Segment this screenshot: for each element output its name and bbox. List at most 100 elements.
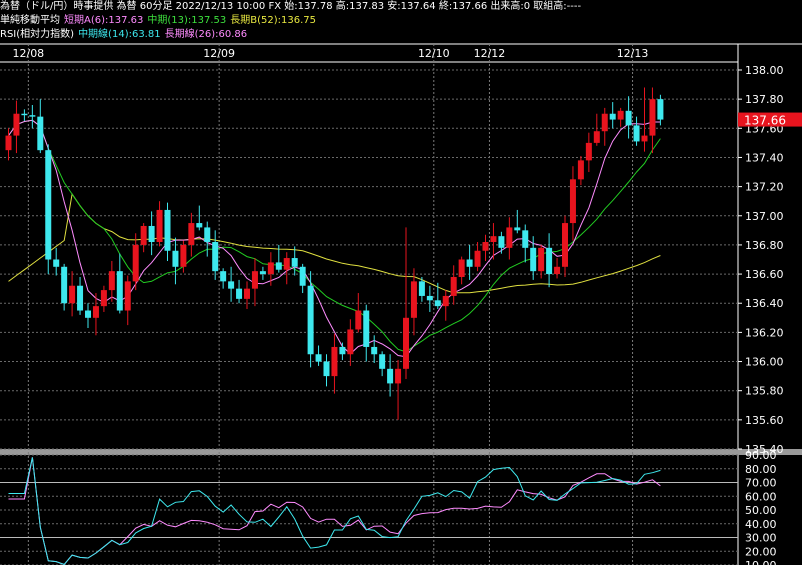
date-label: 12/08 xyxy=(12,47,44,60)
candle-body xyxy=(395,368,402,384)
candle-body xyxy=(307,285,314,355)
candle-body xyxy=(236,288,243,299)
candle-body xyxy=(251,271,258,289)
candle-body xyxy=(538,247,545,272)
price-tick-label: 137.00 xyxy=(745,210,784,223)
candle-body xyxy=(259,271,266,275)
candle-body xyxy=(100,290,107,307)
candle-body xyxy=(124,281,131,311)
candle-body xyxy=(339,346,346,355)
candle-body xyxy=(371,346,378,355)
candle-body xyxy=(434,300,441,307)
candle-body xyxy=(403,317,409,369)
candle-body xyxy=(204,227,211,243)
candle-body xyxy=(498,236,505,248)
candle-body xyxy=(617,110,624,120)
rsi-tick-label: 90.00 xyxy=(745,449,777,462)
candle-body xyxy=(585,142,592,161)
candle-body xyxy=(458,259,465,277)
candle-body xyxy=(506,227,513,248)
candle-body xyxy=(593,131,600,143)
candle-body xyxy=(633,125,640,142)
candle-body xyxy=(291,258,298,267)
candle-body xyxy=(196,223,203,228)
candle-body xyxy=(5,135,12,151)
date-label: 12/13 xyxy=(617,47,649,60)
candle-body xyxy=(275,262,282,270)
candle-body xyxy=(331,346,338,377)
price-tick-label: 136.40 xyxy=(745,297,784,310)
price-tick-label: 137.20 xyxy=(745,181,784,194)
candle-body xyxy=(172,250,179,267)
price-tick-label: 137.80 xyxy=(745,93,784,106)
price-tick-label: 137.40 xyxy=(745,151,784,164)
candle-body xyxy=(474,250,481,267)
rsi-tick-label: 70.00 xyxy=(745,477,777,490)
candle-body xyxy=(410,281,417,318)
date-label: 12/10 xyxy=(418,47,450,60)
price-tick-label: 135.60 xyxy=(745,414,784,427)
candle-body xyxy=(554,266,561,275)
candle-body xyxy=(379,354,386,369)
rsi-tick-label: 60.00 xyxy=(745,490,777,503)
candle-body xyxy=(387,368,394,384)
candle-body xyxy=(228,281,235,289)
rsi-tick-label: 10.00 xyxy=(745,559,777,565)
candle-body xyxy=(45,150,52,260)
candle-body xyxy=(85,310,91,318)
candle-body xyxy=(69,285,76,304)
date-label: 12/09 xyxy=(203,47,235,60)
candle-body xyxy=(283,258,290,270)
price-tick-label: 136.20 xyxy=(745,326,784,339)
rsi-long-line xyxy=(8,457,661,565)
candle-body xyxy=(77,285,84,311)
candle-body xyxy=(132,244,139,282)
candle-body xyxy=(546,247,553,275)
candle-body xyxy=(92,306,99,318)
candle-body xyxy=(140,225,147,245)
panel-divider xyxy=(0,449,802,455)
candle-body xyxy=(299,266,306,286)
candle-body xyxy=(61,266,68,304)
candle-body xyxy=(267,262,274,275)
candle-body xyxy=(569,179,576,224)
candle-body xyxy=(13,113,20,136)
candle-body xyxy=(482,242,489,251)
rsi-tick-label: 30.00 xyxy=(745,532,777,545)
candle-body xyxy=(649,99,656,136)
price-tick-label: 135.80 xyxy=(745,385,784,398)
rsi-tick-label: 40.00 xyxy=(745,518,777,531)
candle-body xyxy=(625,110,632,126)
candle-body xyxy=(37,116,44,151)
candle-body xyxy=(180,244,187,267)
candle-body xyxy=(530,247,537,272)
candle-body xyxy=(116,271,123,311)
candle-body xyxy=(148,225,155,243)
candle-body xyxy=(490,236,497,243)
price-tick-label: 136.00 xyxy=(745,356,784,369)
candle-body xyxy=(355,310,362,330)
rsi-tick-label: 50.00 xyxy=(745,504,777,517)
candle-body xyxy=(601,113,608,132)
candlestick-chart: 12/08 12/09 12/10 12/12 12/13 138.00 137.80 137… xyxy=(0,43,802,565)
candle-body xyxy=(466,259,473,267)
rsi-mid-line xyxy=(8,457,661,565)
candle-body xyxy=(609,113,616,120)
candle-body xyxy=(53,259,60,267)
candle-body xyxy=(220,271,227,282)
candle-body xyxy=(188,223,195,245)
candle-body xyxy=(323,361,330,377)
rsi-tick-label: 80.00 xyxy=(745,463,777,476)
candle-body xyxy=(244,288,250,299)
candle-body xyxy=(522,230,529,248)
candle-body xyxy=(442,295,449,307)
price-tick-label: 136.60 xyxy=(745,268,784,281)
candle-body xyxy=(657,99,664,120)
candle-body xyxy=(641,135,648,142)
candle-body xyxy=(315,354,322,362)
price-tick-label: 138.00 xyxy=(745,64,784,77)
date-label: 12/12 xyxy=(474,47,506,60)
candle-body xyxy=(363,310,370,347)
candle-body xyxy=(347,329,354,355)
candle-body xyxy=(29,115,36,117)
